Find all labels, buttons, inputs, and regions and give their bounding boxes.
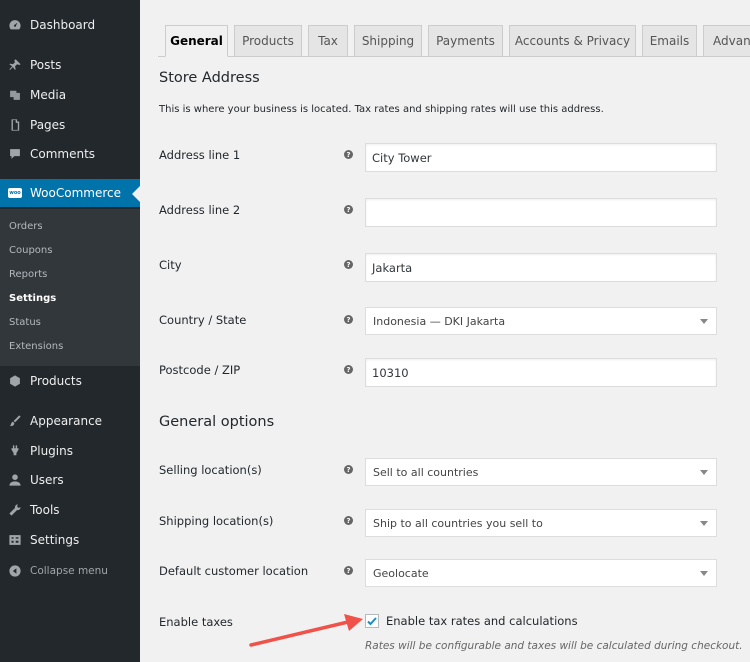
address-line-1-label: Address line 1	[159, 148, 241, 162]
shipping-locations-label: Shipping location(s)	[159, 514, 274, 528]
menu-label: Users	[30, 473, 64, 487]
default-customer-location-select[interactable]: Geolocate	[365, 559, 717, 587]
menu-label: Appearance	[30, 414, 103, 428]
menu-label: Pages	[30, 118, 66, 132]
select-value: Geolocate	[373, 566, 429, 580]
chevron-down-icon	[700, 571, 708, 576]
menu-label: Plugins	[30, 444, 73, 458]
select-value: Sell to all countries	[373, 465, 479, 479]
comment-icon	[8, 147, 22, 161]
media-icon	[8, 88, 22, 102]
chevron-down-icon	[700, 470, 708, 475]
wrench-icon	[8, 503, 22, 517]
default-customer-location-label: Default customer location	[159, 564, 309, 578]
chevron-down-icon	[700, 319, 708, 324]
tab-shipping[interactable]: Shipping	[354, 25, 422, 57]
menu-label: Products	[30, 374, 82, 388]
help-tip-icon[interactable]: ?	[344, 365, 353, 374]
submenu-extensions[interactable]: Extensions	[9, 341, 63, 352]
menu-label: Settings	[30, 533, 80, 547]
woocommerce-icon: woo	[8, 186, 22, 200]
menu-pages[interactable]: Pages	[0, 111, 140, 139]
menu-dashboard[interactable]: Dashboard	[0, 11, 140, 39]
menu-label: Media	[30, 88, 67, 102]
collapse-menu-button[interactable]: Collapse menu	[0, 557, 140, 585]
address-line-2-label: Address line 2	[159, 203, 241, 217]
menu-appearance[interactable]: Appearance	[0, 407, 140, 435]
menu-woocommerce[interactable]: woo WooCommerce	[0, 179, 140, 207]
chevron-down-icon	[700, 521, 708, 526]
postcode-input[interactable]: 10310	[365, 358, 717, 387]
pin-icon	[8, 58, 22, 72]
menu-settings[interactable]: Settings	[0, 526, 140, 554]
general-options-heading: General options	[159, 414, 275, 430]
menu-label: Tools	[30, 503, 60, 517]
submenu-settings[interactable]: Settings	[9, 293, 56, 304]
enable-taxes-label: Enable taxes	[159, 615, 233, 629]
selling-locations-label: Selling location(s)	[159, 463, 262, 477]
menu-label: Comments	[30, 147, 96, 161]
menu-products[interactable]: Products	[0, 367, 140, 395]
shipping-locations-select[interactable]: Ship to all countries you sell to	[365, 509, 717, 537]
help-tip-icon[interactable]: ?	[344, 465, 353, 474]
menu-plugins[interactable]: Plugins	[0, 437, 140, 465]
help-tip-icon[interactable]: ?	[344, 205, 353, 214]
country-state-select[interactable]: Indonesia — DKI Jakarta	[365, 307, 717, 335]
selling-locations-select[interactable]: Sell to all countries	[365, 458, 717, 486]
select-value: Ship to all countries you sell to	[373, 516, 543, 530]
help-tip-icon[interactable]: ?	[344, 516, 353, 525]
city-input[interactable]: Jakarta	[365, 253, 717, 282]
menu-users[interactable]: Users	[0, 466, 140, 494]
enable-taxes-checkbox-label[interactable]: Enable tax rates and calculations	[386, 614, 578, 628]
help-tip-icon[interactable]: ?	[344, 566, 353, 575]
country-state-label: Country / State	[159, 313, 247, 327]
address-line-1-input[interactable]: City Tower	[365, 143, 717, 172]
address-line-2-input[interactable]	[365, 198, 717, 227]
tab-payments[interactable]: Payments	[428, 25, 503, 57]
help-tip-icon[interactable]: ?	[344, 150, 353, 159]
submenu-status[interactable]: Status	[9, 317, 41, 328]
store-address-description: This is where your business is located. …	[159, 104, 604, 115]
submenu-orders[interactable]: Orders	[9, 221, 43, 232]
brush-icon	[8, 414, 22, 428]
submenu-coupons[interactable]: Coupons	[9, 245, 52, 256]
tab-emails[interactable]: Emails	[642, 25, 697, 57]
collapse-icon	[8, 564, 22, 578]
tab-products[interactable]: Products	[234, 25, 302, 57]
menu-label: Posts	[30, 58, 62, 72]
plug-icon	[8, 444, 22, 458]
taxes-description: Rates will be configurable and taxes wil…	[365, 640, 743, 652]
select-value: Indonesia — DKI Jakarta	[373, 314, 506, 328]
tab-advanced[interactable]: Advanced	[703, 25, 750, 57]
user-icon	[8, 473, 22, 487]
woo-badge: woo	[8, 188, 22, 198]
menu-tools[interactable]: Tools	[0, 496, 140, 524]
tab-accounts-privacy[interactable]: Accounts & Privacy	[509, 25, 636, 57]
woocommerce-submenu: Orders Coupons Reports Settings Status E…	[0, 209, 140, 366]
store-address-heading: Store Address	[159, 70, 260, 86]
tab-tax[interactable]: Tax	[308, 25, 348, 57]
settings-icon	[8, 533, 22, 547]
help-tip-icon[interactable]: ?	[344, 260, 353, 269]
box-icon	[8, 374, 22, 388]
dashboard-icon	[8, 18, 22, 32]
menu-label: WooCommerce	[30, 186, 121, 200]
menu-label: Dashboard	[30, 18, 96, 32]
admin-sidebar: Dashboard Posts Media Pages Comments woo…	[0, 0, 140, 662]
pages-icon	[8, 118, 22, 132]
city-label: City	[159, 258, 182, 272]
active-menu-pointer	[132, 186, 140, 202]
help-tip-icon[interactable]: ?	[344, 315, 353, 324]
collapse-label: Collapse menu	[30, 565, 108, 577]
annotation-arrow-icon	[249, 614, 363, 647]
menu-media[interactable]: Media	[0, 81, 140, 109]
tab-general[interactable]: General	[165, 25, 228, 57]
menu-posts[interactable]: Posts	[0, 51, 140, 79]
postcode-label: Postcode / ZIP	[159, 363, 241, 377]
menu-comments[interactable]: Comments	[0, 140, 140, 168]
submenu-reports[interactable]: Reports	[9, 269, 47, 280]
